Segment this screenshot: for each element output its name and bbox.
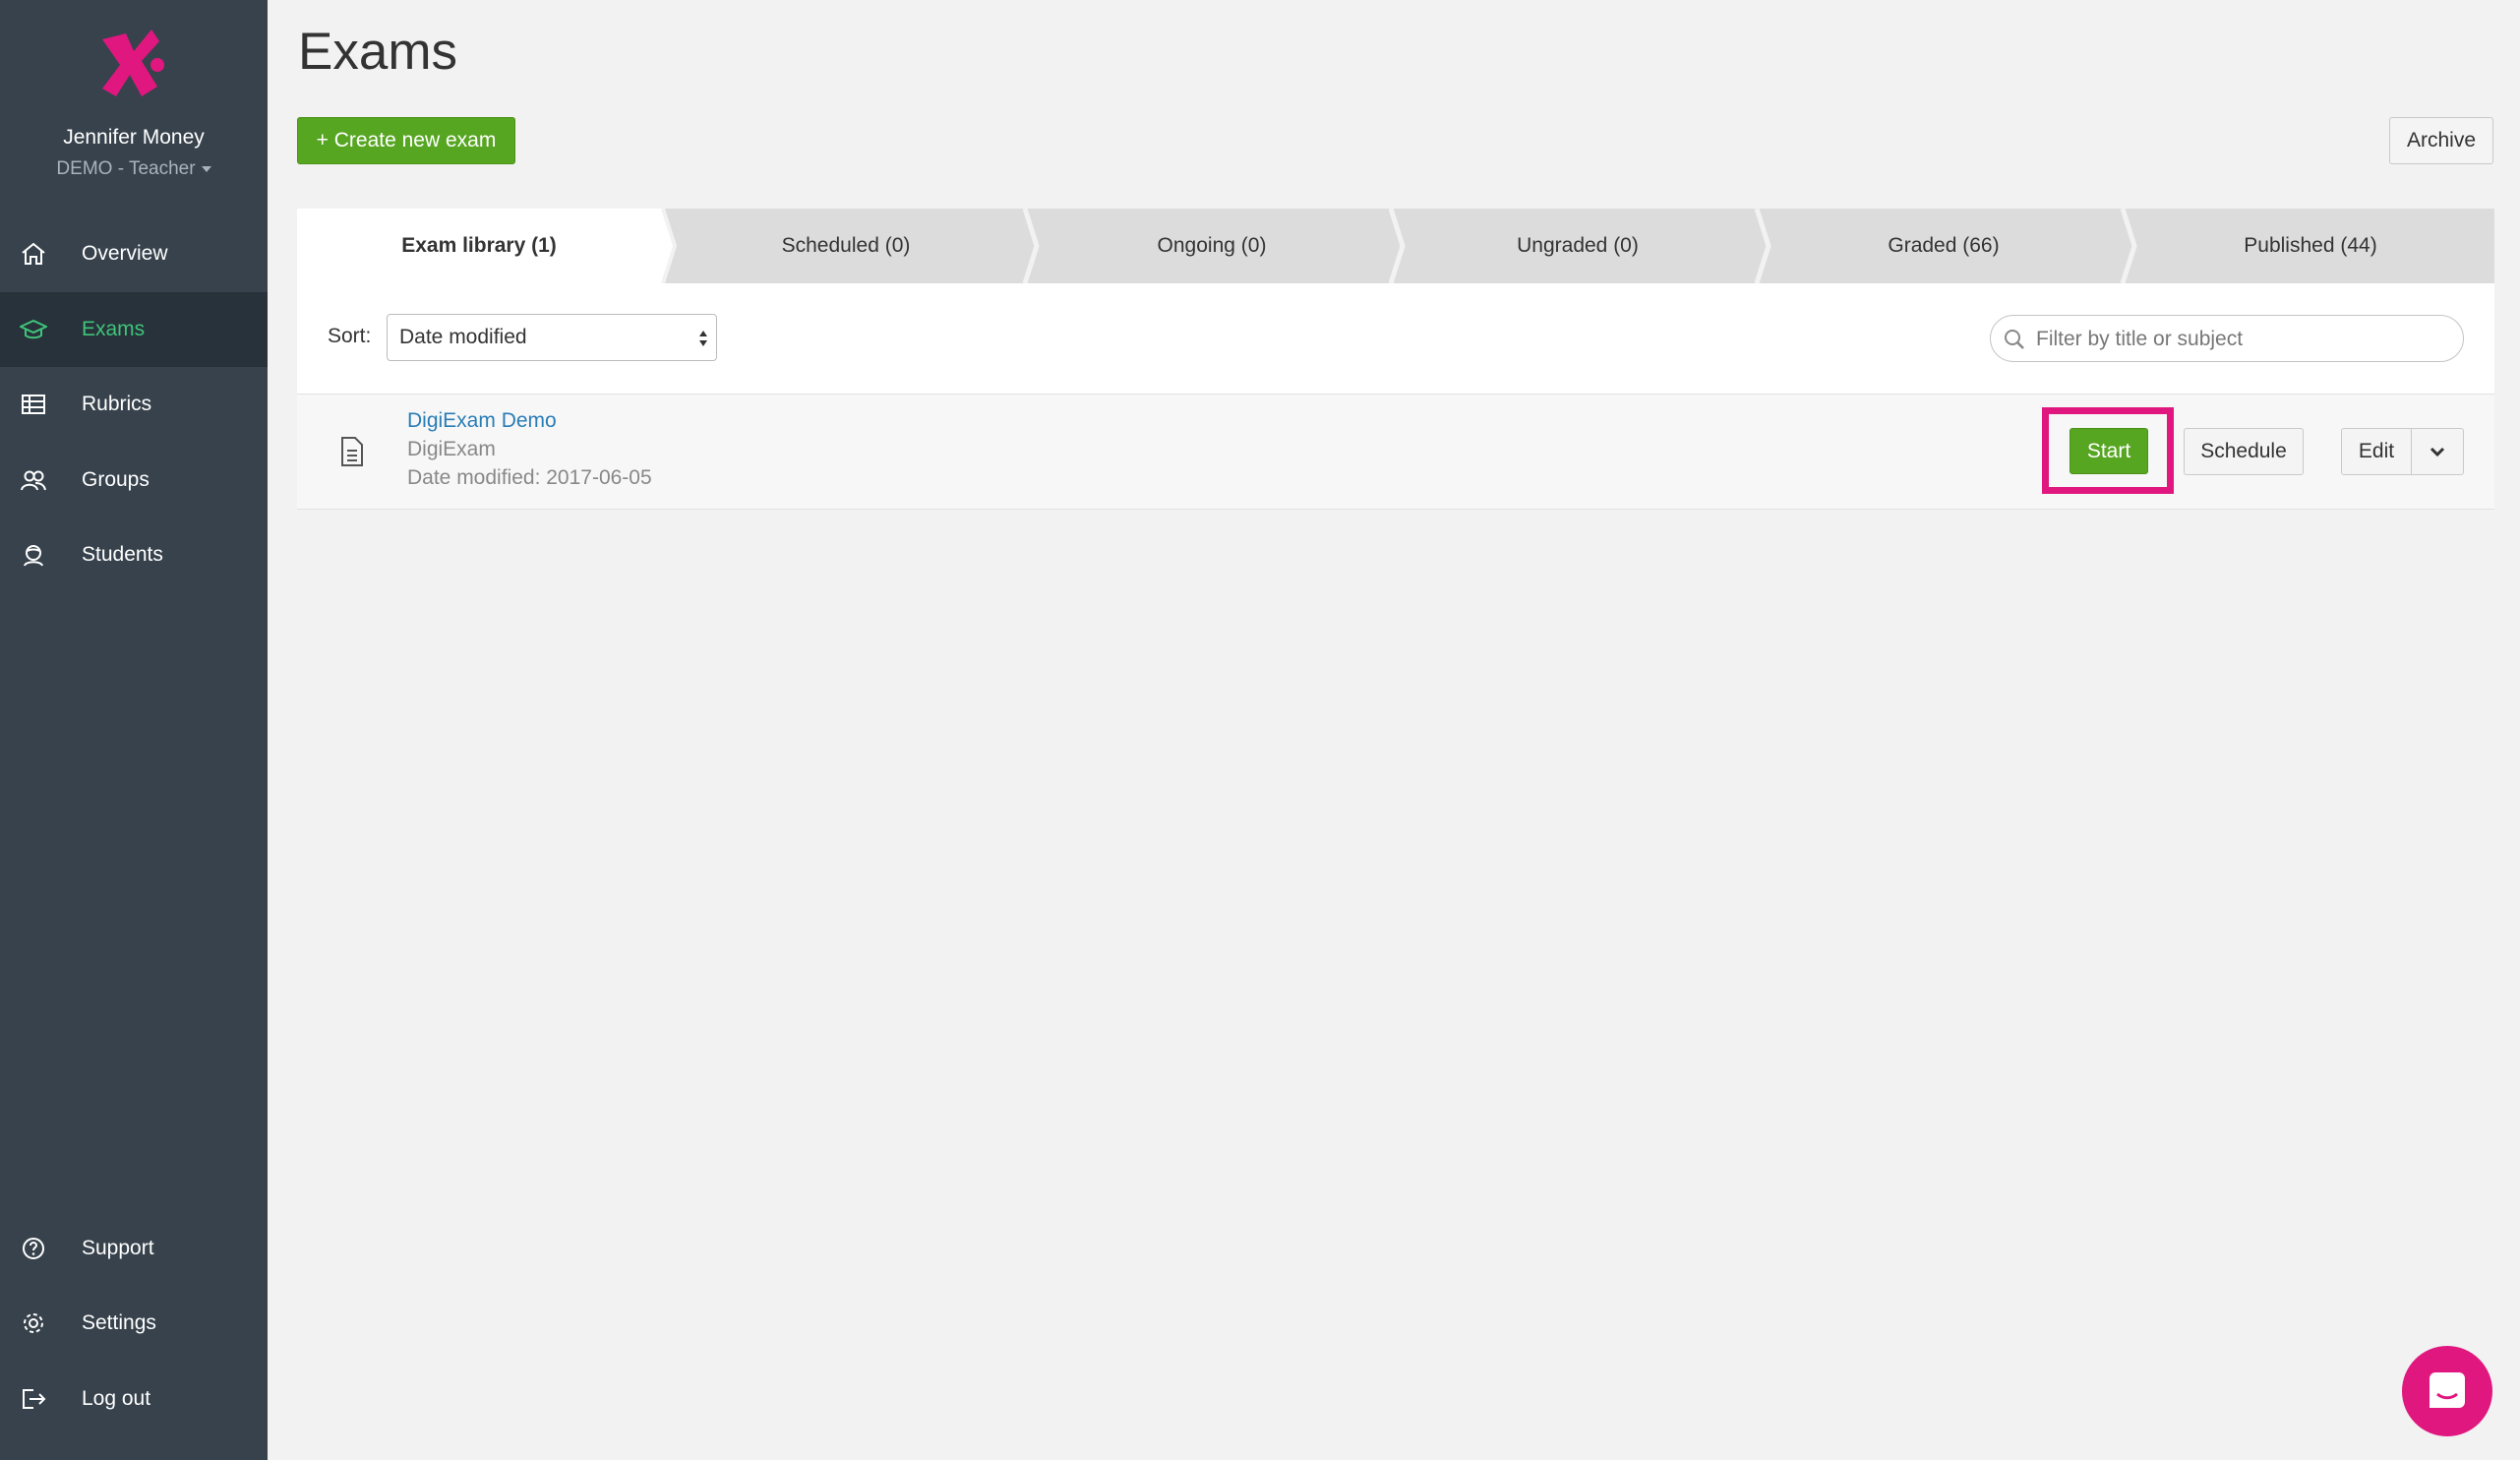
start-button[interactable]: Start: [2070, 428, 2148, 474]
tab-ongoing[interactable]: Ongoing (0): [1029, 209, 1395, 283]
exam-status-tabs: Exam library (1) Scheduled (0) Ongoing (…: [297, 209, 2494, 283]
nav-item-groups[interactable]: Groups: [0, 443, 268, 517]
student-icon: [24, 545, 43, 567]
tab-published[interactable]: Published (44): [2127, 209, 2494, 283]
sort-select[interactable]: Date modified: [387, 314, 717, 361]
nav-item-exams[interactable]: Exams: [0, 292, 268, 367]
tab-exam-library[interactable]: Exam library (1): [297, 209, 661, 283]
caret-down-icon: [201, 165, 211, 172]
nav-label-overview: Overview: [82, 242, 168, 265]
nav-label-groups: Groups: [82, 468, 150, 491]
schedule-button[interactable]: Schedule: [2184, 428, 2304, 475]
tab-separator: [1754, 209, 1771, 283]
tab-separator: [653, 209, 677, 283]
user-name: Jennifer Money: [63, 126, 205, 149]
nav-item-rubrics[interactable]: Rubrics: [0, 367, 268, 442]
chat-icon: [2430, 1372, 2465, 1408]
home-icon: [22, 242, 45, 265]
nav-item-logout[interactable]: Log out: [0, 1362, 268, 1436]
nav-label-logout: Log out: [82, 1387, 151, 1410]
user-role-label: DEMO - Teacher: [56, 158, 196, 179]
sidebar: Jennifer Money DEMO - Teacher Overview E…: [0, 0, 268, 1460]
logout-icon: [23, 1389, 46, 1409]
gear-icon: [24, 1313, 43, 1333]
sort-select-value: Date modified: [399, 326, 527, 348]
filter-field[interactable]: [1990, 315, 2464, 362]
filter-input[interactable]: [2034, 324, 2451, 355]
tab-scheduled[interactable]: Scheduled (0): [663, 209, 1029, 283]
nav-label-support: Support: [82, 1237, 154, 1259]
exam-date-modified: Date modified: 2017-06-05: [407, 466, 652, 489]
nav-label-settings: Settings: [82, 1311, 156, 1334]
nav-item-support[interactable]: Support: [0, 1211, 268, 1286]
exam-subject: DigiExam: [407, 438, 496, 460]
nav-item-students[interactable]: Students: [0, 517, 268, 592]
more-actions-dropdown[interactable]: [2411, 428, 2464, 475]
users-icon: [21, 470, 46, 491]
nav-item-settings[interactable]: Settings: [0, 1286, 268, 1361]
tab-separator: [1022, 209, 1040, 283]
document-icon: [341, 437, 363, 466]
exam-title-link[interactable]: DigiExam Demo: [407, 409, 557, 433]
page-title: Exams: [298, 23, 457, 81]
tab-ungraded[interactable]: Ungraded (0): [1395, 209, 1761, 283]
nav-label-rubrics: Rubrics: [82, 393, 152, 415]
archive-button[interactable]: Archive: [2389, 117, 2493, 164]
digiexam-logo-icon[interactable]: [90, 22, 169, 100]
user-role-dropdown[interactable]: DEMO - Teacher: [0, 158, 268, 180]
help-circle-icon: [23, 1238, 44, 1259]
select-arrows-icon: [699, 331, 707, 346]
tab-separator: [2120, 209, 2137, 283]
tab-graded[interactable]: Graded (66): [1761, 209, 2127, 283]
search-icon: [2005, 330, 2024, 349]
nav-item-overview[interactable]: Overview: [0, 216, 268, 291]
grid-icon: [22, 395, 45, 414]
nav-label-students: Students: [82, 543, 163, 566]
sort-label: Sort:: [328, 325, 372, 347]
tab-separator: [1388, 209, 1406, 283]
create-new-exam-button[interactable]: + Create new exam: [297, 117, 515, 164]
nav-label-exams: Exams: [82, 318, 146, 340]
graduation-cap-icon: [20, 319, 47, 339]
edit-button[interactable]: Edit: [2341, 428, 2412, 475]
chevron-down-icon: [2430, 447, 2445, 457]
chat-launcher-button[interactable]: [2402, 1346, 2492, 1436]
